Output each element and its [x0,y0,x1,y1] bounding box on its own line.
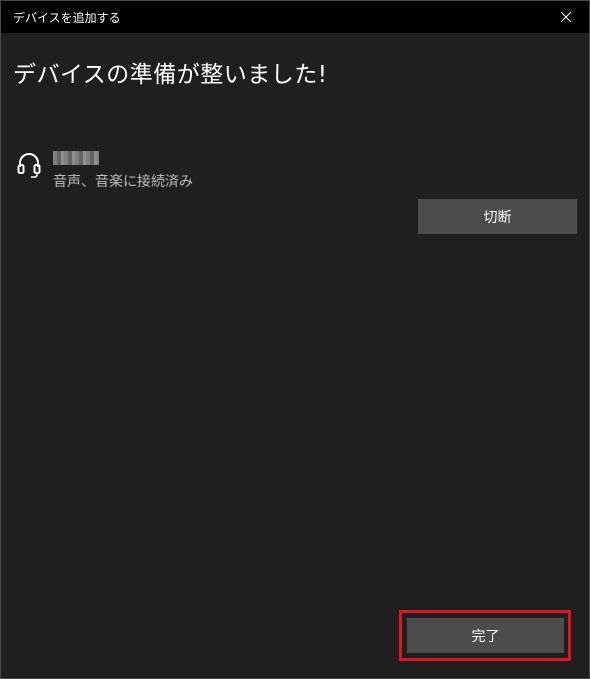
page-title: デバイスの準備が整いました! [13,62,328,88]
device-status: 音声、音楽に接続済み [53,174,193,190]
close-icon [560,11,572,23]
headset-icon [17,153,41,178]
title-bar: デバイスを追加する [1,1,589,33]
window-title: デバイスを追加する [13,11,121,25]
done-button[interactable]: 完了 [407,618,564,653]
add-device-window: デバイスを追加する デバイスの準備が整いました! 音声、音楽に接続済み 切断 完… [0,0,590,679]
disconnect-button[interactable]: 切断 [418,199,577,234]
close-button[interactable] [543,1,589,33]
device-name-redacted [53,151,99,165]
